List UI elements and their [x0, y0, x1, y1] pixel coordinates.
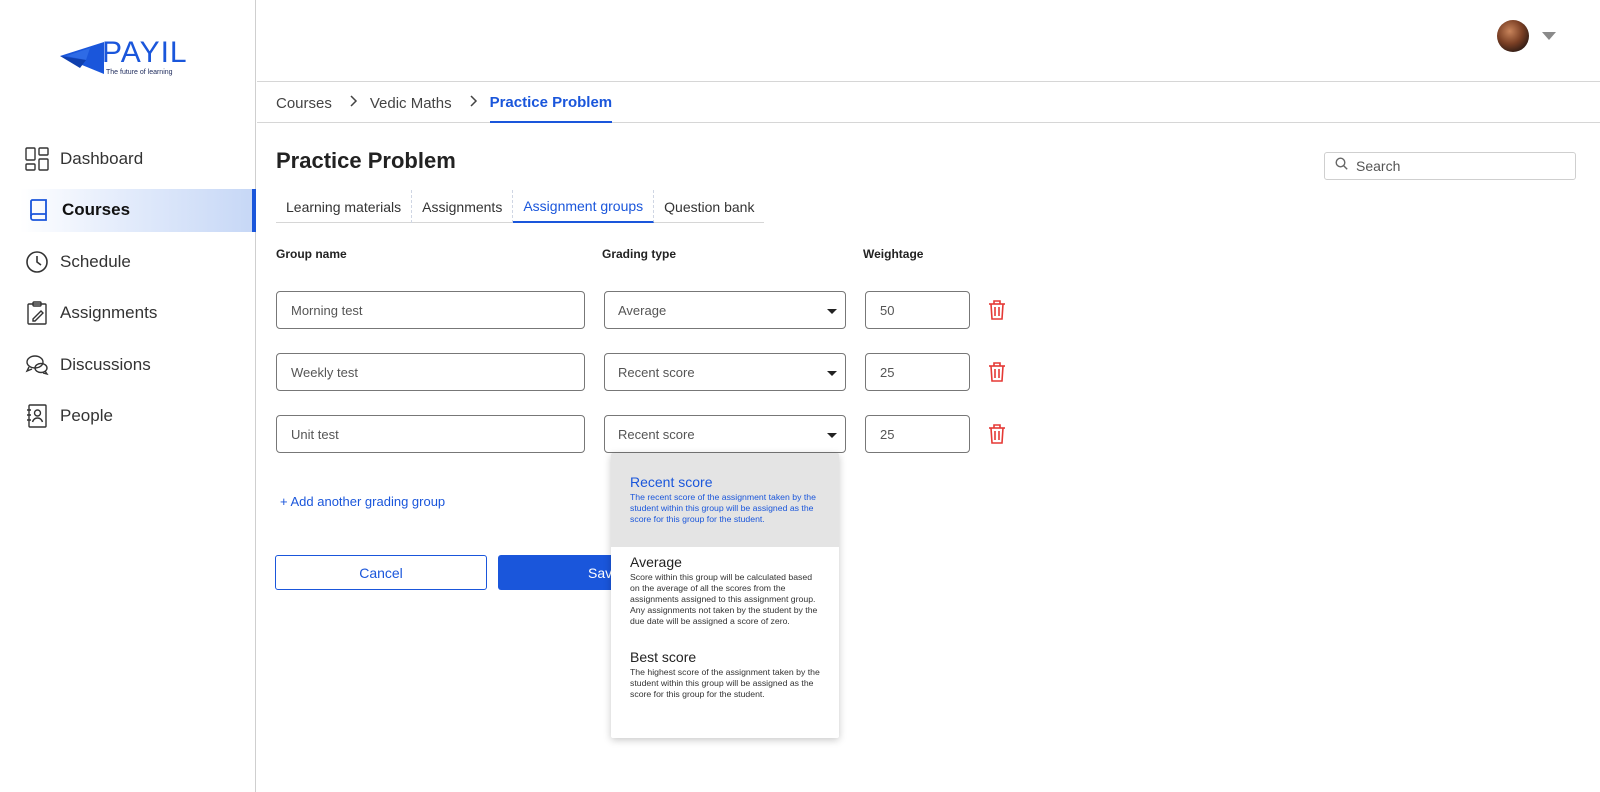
- option-title: Average: [630, 553, 682, 570]
- dashboard-icon: [24, 146, 50, 172]
- sidebar-item-label: Discussions: [60, 354, 151, 374]
- option-description: The highest score of the assignment take…: [630, 666, 820, 700]
- sidebar-item-people[interactable]: People: [0, 395, 256, 438]
- search-input[interactable]: [1356, 158, 1556, 174]
- group-name-field: [276, 415, 585, 453]
- sidebar-nav: Dashboard Courses Schedule Assignments D…: [0, 137, 256, 446]
- group-name-input[interactable]: [291, 364, 584, 380]
- option-description: The recent score of the assignment taken…: [630, 492, 816, 525]
- dropdown-option-best-score[interactable]: Best score The highest score of the assi…: [611, 643, 839, 711]
- group-name-input[interactable]: [291, 302, 584, 318]
- breadcrumb-item-vedic-maths[interactable]: Vedic Maths: [370, 83, 452, 123]
- caret-down-icon: [827, 309, 837, 314]
- grading-type-select[interactable]: Recent score: [604, 353, 846, 391]
- sidebar-item-dashboard[interactable]: Dashboard: [0, 137, 256, 180]
- sidebar-item-label: People: [60, 406, 113, 425]
- grading-type-dropdown: Recent score The recent score of the ass…: [611, 453, 839, 738]
- sidebar-item-label: Courses: [62, 200, 131, 219]
- breadcrumb-bar: Courses Vedic Maths Practice Problem: [257, 83, 1600, 123]
- user-avatar[interactable]: [1497, 20, 1529, 52]
- grading-type-value: Average: [618, 302, 667, 318]
- sidebar-item-label: Dashboard: [60, 148, 144, 168]
- weightage-field: [865, 415, 970, 453]
- contacts-icon: [24, 403, 50, 429]
- clock-icon: [24, 249, 50, 275]
- option-title: Best score: [630, 648, 697, 665]
- sidebar-item-label: Schedule: [60, 251, 131, 271]
- app: PAYIL The future of learning Dashboard C…: [0, 0, 1600, 792]
- sidebar-item-assignments[interactable]: Assignments: [0, 292, 256, 335]
- sidebar: PAYIL The future of learning Dashboard C…: [0, 0, 256, 792]
- logo-mark-icon: [60, 42, 104, 74]
- option-title: Recent score: [630, 474, 713, 490]
- grading-type-label: Grading type: [602, 247, 677, 261]
- weightage-input[interactable]: [880, 364, 969, 380]
- grading-type-select[interactable]: Recent score: [604, 415, 846, 453]
- logo[interactable]: PAYIL The future of learning: [60, 36, 200, 82]
- weightage-field: [865, 353, 970, 391]
- grading-type-value: Recent score: [618, 364, 695, 380]
- sidebar-item-courses[interactable]: Courses: [20, 188, 256, 232]
- tab-question-bank[interactable]: Question bank: [654, 190, 764, 223]
- chevron-right-icon: [470, 94, 478, 112]
- group-name-label: Group name: [276, 247, 347, 261]
- trash-icon[interactable]: [987, 361, 1007, 383]
- grading-type-value: Recent score: [618, 426, 695, 442]
- brand-name: PAYIL: [102, 36, 188, 69]
- caret-down-icon: [827, 433, 837, 438]
- tab-bar: Learning materials Assignments Assignmen…: [276, 190, 765, 223]
- brand-tagline: The future of learning: [106, 69, 173, 76]
- search-box: [1324, 152, 1576, 180]
- tab-assignments[interactable]: Assignments: [412, 190, 514, 223]
- sidebar-item-discussions[interactable]: Discussions: [0, 343, 256, 386]
- group-name-field: [276, 291, 585, 329]
- weightage-field: [865, 291, 970, 329]
- grading-type-select[interactable]: Average: [604, 291, 846, 329]
- weightage-label: Weightage: [863, 247, 924, 261]
- add-grading-group-link[interactable]: + Add another grading group: [280, 494, 445, 509]
- caret-down-icon[interactable]: [1542, 32, 1556, 40]
- cancel-button[interactable]: Cancel: [275, 555, 487, 590]
- caret-down-icon: [827, 371, 837, 376]
- tab-learning-materials[interactable]: Learning materials: [276, 190, 413, 223]
- breadcrumb: Courses Vedic Maths Practice Problem: [276, 83, 613, 123]
- group-name-field: [276, 353, 585, 391]
- sidebar-item-schedule[interactable]: Schedule: [0, 240, 256, 283]
- search-icon: [1335, 157, 1348, 175]
- sidebar-item-label: Assignments: [60, 303, 158, 322]
- chat-icon: [24, 352, 50, 378]
- tab-assignment-groups[interactable]: Assignment groups: [513, 190, 655, 223]
- weightage-input[interactable]: [880, 302, 969, 318]
- clipboard-icon: [24, 300, 50, 326]
- dropdown-option-average[interactable]: Average Score within this group will be …: [611, 547, 839, 643]
- top-bar: [257, 0, 1600, 82]
- dropdown-option-recent-score[interactable]: Recent score The recent score of the ass…: [611, 453, 839, 547]
- book-icon: [26, 197, 52, 223]
- group-name-input[interactable]: [291, 426, 584, 442]
- breadcrumb-item-practice-problem[interactable]: Practice Problem: [489, 83, 613, 123]
- trash-icon[interactable]: [987, 423, 1007, 445]
- option-description: Score within this group will be calculat…: [630, 571, 818, 627]
- chevron-right-icon: [350, 94, 358, 112]
- page-title: Practice Problem: [276, 148, 456, 173]
- trash-icon[interactable]: [987, 299, 1007, 321]
- breadcrumb-item-courses[interactable]: Courses: [276, 83, 332, 123]
- weightage-input[interactable]: [880, 426, 969, 442]
